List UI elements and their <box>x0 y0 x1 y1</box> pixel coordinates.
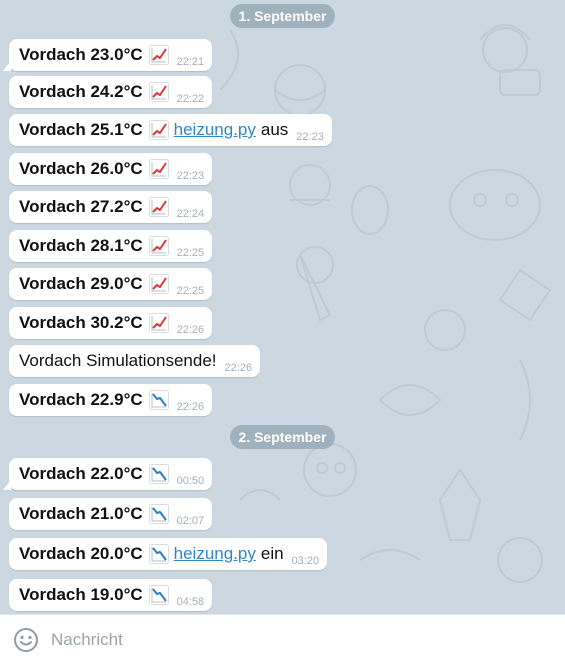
message-text: Vordach 23.0°C <box>19 45 143 64</box>
message-bubble[interactable]: Vordach 29.0°C 22:25 <box>9 268 213 300</box>
message-text-suffix: aus <box>260 120 289 139</box>
message-text: Vordach 30.2°C <box>19 313 143 332</box>
chart-increasing-icon <box>148 274 169 294</box>
message-bubble[interactable]: Vordach 19.0°C 04:58 <box>9 579 213 611</box>
message-timestamp: 22:25 <box>176 247 205 259</box>
message-timestamp: 03:20 <box>291 555 320 567</box>
message-bubble[interactable]: Vordach 24.2°C 22:22 <box>9 76 213 108</box>
message-timestamp: 22:22 <box>176 93 205 105</box>
message-bubble[interactable]: Vordach 30.2°C 22:26 <box>9 307 213 339</box>
message-bubble[interactable]: Vordach 21.0°C 02:07 <box>9 498 213 530</box>
file-link[interactable]: heizung.py <box>174 544 256 564</box>
date-separator: 2. September <box>229 425 336 449</box>
message-timestamp: 02:07 <box>176 515 205 527</box>
chart-increasing-icon <box>148 82 169 102</box>
file-link[interactable]: heizung.py <box>174 120 256 140</box>
message-text: Vordach 28.1°C <box>19 236 143 255</box>
message-text: Vordach 22.0°C <box>19 464 143 483</box>
message-bubble[interactable]: Vordach Simulationsende! 22:26 <box>9 345 261 377</box>
message-composer <box>0 614 565 664</box>
message-text: Vordach 22.9°C <box>19 390 143 409</box>
emoji-icon[interactable] <box>13 627 39 653</box>
message-text: Vordach 24.2°C <box>19 82 143 101</box>
message-timestamp: 22:21 <box>176 56 205 68</box>
message-bubble[interactable]: Vordach 22.0°C 00:50 <box>2 458 213 490</box>
message-bubble[interactable]: Vordach 22.9°C 22:26 <box>9 384 213 416</box>
message-input[interactable] <box>51 624 511 655</box>
message-text: Vordach 20.0°C <box>19 544 143 563</box>
chart-decreasing-icon <box>148 585 169 605</box>
message-timestamp: 04:58 <box>176 596 205 608</box>
message-timestamp: 22:23 <box>176 170 205 182</box>
message-text: Vordach 25.1°C <box>19 120 143 139</box>
message-timestamp: 22:23 <box>296 131 324 143</box>
message-bubble[interactable]: Vordach 28.1°C 22:25 <box>9 230 213 262</box>
chart-increasing-icon <box>148 236 169 256</box>
chart-increasing-icon <box>148 197 169 217</box>
message-bubble[interactable]: Vordach 20.0°C heizung.py ein 03:20 <box>9 538 328 570</box>
message-timestamp: 22:24 <box>176 208 205 220</box>
message-bubble[interactable]: Vordach 26.0°C 22:23 <box>9 153 213 185</box>
message-text: Vordach 26.0°C <box>19 159 143 178</box>
message-bubble[interactable]: Vordach 27.2°C 22:24 <box>9 191 213 223</box>
message-text: Vordach 27.2°C <box>19 197 143 216</box>
message-text: Vordach 29.0°C <box>19 274 143 293</box>
message-timestamp: 22:25 <box>176 285 205 297</box>
message-text: Vordach 21.0°C <box>19 504 143 523</box>
chart-decreasing-icon <box>148 544 169 564</box>
chart-increasing-icon <box>148 313 169 333</box>
message-text: Vordach Simulationsende! <box>19 351 217 370</box>
chart-decreasing-icon <box>148 390 169 410</box>
chart-increasing-icon <box>148 120 169 140</box>
message-bubble[interactable]: Vordach 25.1°C heizung.py aus 22:23 <box>9 114 332 146</box>
message-text: Vordach 19.0°C <box>19 585 143 604</box>
message-timestamp: 22:26 <box>176 324 205 336</box>
chart-decreasing-icon <box>148 464 169 484</box>
message-timestamp: 22:26 <box>224 362 253 374</box>
chat-area[interactable]: 1. September 2. September Vordach 23.0°C… <box>0 0 565 614</box>
chart-decreasing-icon <box>148 504 169 524</box>
message-text-suffix: ein <box>260 544 284 563</box>
chart-increasing-icon <box>148 45 169 65</box>
message-timestamp: 00:50 <box>176 475 205 487</box>
date-separator: 1. September <box>229 4 336 28</box>
chart-increasing-icon <box>148 159 169 179</box>
message-bubble[interactable]: Vordach 23.0°C 22:21 <box>2 39 213 71</box>
message-timestamp: 22:26 <box>176 401 205 413</box>
